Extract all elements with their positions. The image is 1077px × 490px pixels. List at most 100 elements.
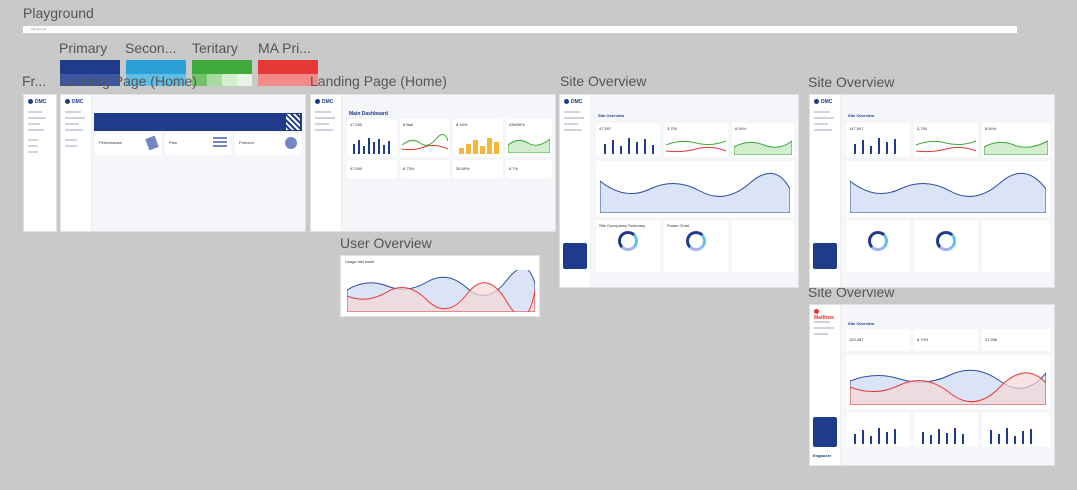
kpi-card[interactable]: 153,387 bbox=[846, 329, 910, 351]
donut-card[interactable]: Site Occupancy Summary bbox=[596, 220, 660, 272]
brand-logo: DMC bbox=[65, 99, 83, 105]
swatch-secondary-label[interactable]: Secon... bbox=[125, 40, 176, 56]
donut-card[interactable]: Power Chart bbox=[664, 220, 728, 272]
bar-card[interactable] bbox=[914, 413, 978, 447]
area-line-chart bbox=[347, 270, 535, 312]
kpi-card[interactable]: 6.7% bbox=[506, 160, 552, 178]
chart-title: Usage last week bbox=[345, 259, 375, 264]
frame-label-landing2[interactable]: Landing Page (Home) bbox=[310, 73, 447, 89]
kpi-card[interactable]: 35.89% bbox=[453, 160, 503, 178]
stat-card[interactable]: 3,700 bbox=[664, 123, 728, 157]
canvas-strip: Playground bbox=[23, 26, 1017, 33]
list-icon bbox=[213, 137, 227, 149]
stat-card[interactable]: 47,597 bbox=[596, 123, 660, 157]
stat-card[interactable]: 47,000 bbox=[347, 119, 397, 157]
page-title: Site Overview bbox=[848, 321, 875, 326]
document-icon bbox=[145, 135, 159, 151]
nav-item[interactable] bbox=[65, 139, 77, 141]
frame-site2[interactable]: DMC Site Overview 147,597 3,750 8.54% bbox=[809, 94, 1055, 288]
sidebar: Matthew Engauxer bbox=[810, 305, 841, 465]
frame-label-fr[interactable]: Fr... bbox=[22, 73, 46, 89]
nav-item[interactable] bbox=[65, 117, 85, 119]
sidebar: DMC bbox=[311, 95, 342, 231]
swatch-ma-primary-tint[interactable] bbox=[258, 74, 318, 86]
bar-card[interactable] bbox=[846, 413, 910, 447]
help-icon bbox=[285, 137, 297, 149]
kpi-card[interactable]: 37,956 bbox=[982, 329, 1050, 351]
nav-item[interactable] bbox=[65, 111, 81, 113]
swatch-tertiary-tint[interactable] bbox=[207, 74, 222, 86]
brand-logo: DMC bbox=[814, 99, 832, 105]
frame-landing1[interactable]: DMC Performance Plan Protocol bbox=[60, 94, 306, 232]
kpi-card[interactable]: 47,500 bbox=[347, 160, 397, 178]
nav-item[interactable] bbox=[28, 123, 40, 125]
kpi-card[interactable]: 8.73% bbox=[914, 329, 978, 351]
brand-logo: DMC bbox=[28, 99, 46, 105]
swatch-primary[interactable] bbox=[60, 60, 120, 74]
stat-card[interactable]: 8 Ball bbox=[400, 119, 450, 157]
kpi-card[interactable]: 8.73% bbox=[400, 160, 450, 178]
brand-logo: DMC bbox=[315, 99, 333, 105]
stat-card[interactable]: 147,597 bbox=[846, 123, 910, 157]
stat-card[interactable]: 8.19% bbox=[453, 119, 503, 157]
promo-card[interactable] bbox=[563, 243, 587, 269]
nav-item[interactable] bbox=[315, 117, 335, 119]
nav-item[interactable] bbox=[28, 145, 38, 147]
area-chart-card[interactable] bbox=[596, 161, 794, 217]
swatch-tertiary-label[interactable]: Teritary bbox=[192, 40, 238, 56]
promo-card[interactable] bbox=[813, 243, 837, 269]
donut-card[interactable] bbox=[846, 220, 910, 272]
strip-label: Playground bbox=[31, 27, 47, 31]
bar-card[interactable] bbox=[982, 413, 1050, 447]
frame-label-landing1[interactable]: Landing Page (Home) bbox=[60, 73, 197, 89]
area-chart-card[interactable] bbox=[846, 161, 1050, 217]
frame-landing2[interactable]: DMC Main Dashboard 47,000 8 Ball 8.19% 4… bbox=[310, 94, 556, 232]
nav-item[interactable] bbox=[315, 129, 333, 131]
sidebar: DMC bbox=[61, 95, 92, 231]
frame-site3[interactable]: Matthew Engauxer Site Overview 153,387 8… bbox=[809, 304, 1055, 466]
page-title: Site Overview bbox=[598, 113, 625, 118]
table-card[interactable] bbox=[732, 220, 794, 272]
sidebar: DMC bbox=[560, 95, 591, 287]
nav-item[interactable] bbox=[28, 129, 44, 131]
frame-site1[interactable]: DMC Site Overview 47,597 3,700 8.54% Sit… bbox=[559, 94, 799, 288]
card-plan[interactable]: Plan bbox=[165, 133, 231, 155]
nav-item[interactable] bbox=[65, 129, 83, 131]
frame-label-site1[interactable]: Site Overview bbox=[560, 73, 646, 89]
swatch-secondary[interactable] bbox=[126, 60, 186, 74]
card-protocol[interactable]: Protocol bbox=[235, 133, 301, 155]
nav-item[interactable] bbox=[28, 139, 38, 141]
swatch-ma-primary[interactable] bbox=[258, 60, 318, 74]
area-chart bbox=[508, 138, 550, 153]
card-performance[interactable]: Performance bbox=[95, 133, 161, 155]
swatch-tertiary-tint[interactable] bbox=[237, 74, 252, 86]
nav-item[interactable] bbox=[315, 123, 329, 125]
frame-label-site2[interactable]: Site Overview bbox=[808, 74, 894, 90]
line-chart bbox=[402, 134, 448, 151]
table-card[interactable] bbox=[982, 220, 1050, 272]
nav-item[interactable] bbox=[28, 117, 46, 119]
swatch-ma-primary-label[interactable]: MA Pri... bbox=[258, 40, 311, 56]
area-chart-card[interactable] bbox=[846, 355, 1050, 409]
nav-item[interactable] bbox=[28, 151, 38, 153]
promo-card[interactable] bbox=[813, 417, 837, 447]
brand-logo: DMC bbox=[564, 99, 582, 105]
stat-card[interactable]: 438/96% bbox=[506, 119, 552, 157]
stat-card[interactable]: 3,750 bbox=[914, 123, 978, 157]
nav-item[interactable] bbox=[65, 145, 77, 147]
nav-item[interactable] bbox=[28, 111, 42, 113]
frame-user-overview[interactable]: Usage last week bbox=[340, 255, 540, 317]
swatch-tertiary-tint[interactable] bbox=[222, 74, 237, 86]
nav-item[interactable] bbox=[65, 123, 79, 125]
nav-item[interactable] bbox=[315, 111, 331, 113]
donut-card[interactable] bbox=[914, 220, 978, 272]
swatch-tertiary[interactable] bbox=[192, 60, 252, 74]
sidebar: DMC bbox=[810, 95, 841, 287]
frame-label-user[interactable]: User Overview bbox=[340, 235, 432, 251]
frame-fr[interactable]: DMC bbox=[23, 94, 57, 232]
footer-brand: Engauxer bbox=[813, 453, 832, 458]
stat-card[interactable]: 8.54% bbox=[982, 123, 1050, 157]
canvas-title: Playground bbox=[23, 5, 94, 21]
stat-card[interactable]: 8.54% bbox=[732, 123, 794, 157]
swatch-primary-label[interactable]: Primary bbox=[59, 40, 107, 56]
